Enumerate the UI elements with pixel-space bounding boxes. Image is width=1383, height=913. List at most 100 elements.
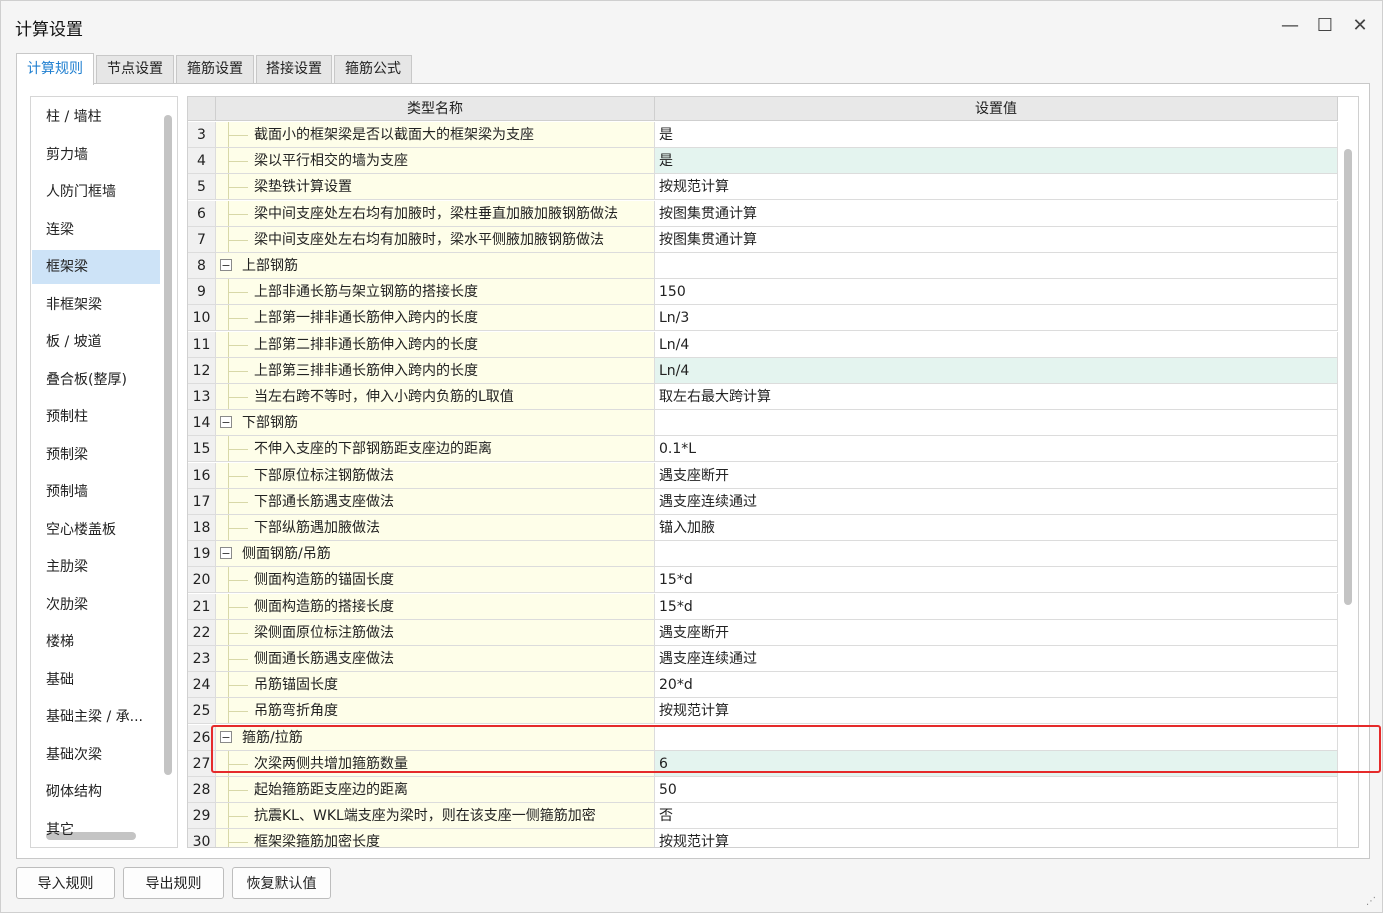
- table-row[interactable]: 22 梁侧面原位标注筋做法 遇支座断开: [188, 619, 1338, 646]
- table-row[interactable]: 19− 侧面钢筋/吊筋: [188, 541, 1338, 568]
- sidebar-item[interactable]: 连梁: [32, 213, 160, 247]
- sidebar-item[interactable]: 其它: [32, 813, 160, 847]
- table-row[interactable]: 24 吊筋锚固长度 20*d: [188, 672, 1338, 699]
- type-name-cell[interactable]: 不伸入支座的下部钢筋距支座边的距离: [216, 436, 655, 463]
- table-row[interactable]: 13 当左右跨不等时，伸入小跨内负筋的L取值 取左右最大跨计算: [188, 384, 1338, 410]
- type-name-cell[interactable]: 侧面构造筋的锚固长度: [216, 567, 655, 594]
- group-name-cell[interactable]: − 上部钢筋: [216, 253, 655, 279]
- setting-value-cell[interactable]: [655, 253, 1338, 279]
- grid-vertical-scrollbar[interactable]: [1344, 149, 1352, 605]
- setting-value-cell[interactable]: Ln/4: [655, 357, 1338, 384]
- sidebar-vertical-scrollbar[interactable]: [164, 115, 172, 775]
- setting-value-cell[interactable]: 150: [655, 279, 1338, 306]
- type-name-cell[interactable]: 吊筋弯折角度: [216, 698, 655, 725]
- setting-value-cell[interactable]: [655, 410, 1338, 437]
- type-name-cell[interactable]: 上部第三排非通长筋伸入跨内的长度: [216, 357, 655, 384]
- type-name-cell[interactable]: 当左右跨不等时，伸入小跨内负筋的L取值: [216, 384, 655, 410]
- type-name-cell[interactable]: 吊筋锚固长度: [216, 672, 655, 699]
- setting-value-cell[interactable]: 20*d: [655, 672, 1338, 699]
- close-button[interactable]: ✕: [1346, 13, 1374, 37]
- sidebar-item[interactable]: 预制柱: [32, 400, 160, 434]
- collapse-icon[interactable]: −: [220, 416, 232, 429]
- sidebar-item[interactable]: 基础次梁: [32, 738, 160, 772]
- sidebar-item[interactable]: 预制梁: [32, 438, 160, 472]
- table-row[interactable]: 6 梁中间支座处左右均有加腋时，梁柱垂直加腋加腋钢筋做法 按图集贯通计算: [188, 200, 1338, 227]
- setting-value-cell[interactable]: 否: [655, 803, 1338, 830]
- type-name-cell[interactable]: 起始箍筋距支座边的距离: [216, 777, 655, 803]
- type-name-cell[interactable]: 框架梁箍筋加密长度: [216, 829, 655, 847]
- table-row[interactable]: 10 上部第一排非通长筋伸入跨内的长度 Ln/3: [188, 305, 1338, 332]
- type-name-cell[interactable]: 下部原位标注钢筋做法: [216, 462, 655, 489]
- column-header-value[interactable]: 设置值: [655, 97, 1338, 121]
- group-name-cell[interactable]: − 侧面钢筋/吊筋: [216, 541, 655, 568]
- setting-value-cell[interactable]: [655, 541, 1338, 568]
- column-header-type-name[interactable]: 类型名称: [216, 97, 655, 121]
- setting-value-cell[interactable]: 遇支座断开: [655, 619, 1338, 646]
- setting-value-cell[interactable]: 是: [655, 122, 1338, 148]
- import-rules-button[interactable]: 导入规则: [16, 867, 115, 899]
- table-row[interactable]: 4 梁以平行相交的墙为支座 是: [188, 148, 1338, 175]
- setting-value-cell[interactable]: 15*d: [655, 593, 1338, 620]
- sidebar-item[interactable]: 预制墙: [32, 475, 160, 509]
- sidebar-item[interactable]: 次肋梁: [32, 588, 160, 622]
- table-row[interactable]: 8− 上部钢筋: [188, 253, 1338, 279]
- maximize-button[interactable]: ☐: [1311, 13, 1339, 37]
- table-row[interactable]: 18 下部纵筋遇加腋做法 锚入加腋: [188, 515, 1338, 541]
- group-name-cell[interactable]: − 下部钢筋: [216, 410, 655, 437]
- setting-value-cell[interactable]: 锚入加腋: [655, 515, 1338, 541]
- table-row[interactable]: 11 上部第二排非通长筋伸入跨内的长度 Ln/4: [188, 331, 1338, 358]
- type-name-cell[interactable]: 梁以平行相交的墙为支座: [216, 148, 655, 175]
- setting-value-cell[interactable]: [655, 724, 1338, 751]
- setting-value-cell[interactable]: 按图集贯通计算: [655, 200, 1338, 227]
- setting-value-cell[interactable]: 按规范计算: [655, 174, 1338, 201]
- type-name-cell[interactable]: 上部第一排非通长筋伸入跨内的长度: [216, 305, 655, 332]
- type-name-cell[interactable]: 梁侧面原位标注筋做法: [216, 619, 655, 646]
- restore-defaults-button[interactable]: 恢复默认值: [232, 867, 331, 899]
- type-name-cell[interactable]: 侧面构造筋的搭接长度: [216, 593, 655, 620]
- table-row[interactable]: 25 吊筋弯折角度 按规范计算: [188, 698, 1338, 725]
- table-row[interactable]: 28 起始箍筋距支座边的距离 50: [188, 777, 1338, 803]
- table-row[interactable]: 14− 下部钢筋: [188, 410, 1338, 437]
- collapse-icon[interactable]: −: [220, 547, 232, 560]
- sidebar-item[interactable]: 框架梁: [32, 250, 160, 284]
- table-row[interactable]: 16 下部原位标注钢筋做法 遇支座断开: [188, 462, 1338, 489]
- table-row[interactable]: 21 侧面构造筋的搭接长度 15*d: [188, 593, 1338, 620]
- setting-value-cell[interactable]: 按规范计算: [655, 698, 1338, 725]
- type-name-cell[interactable]: 下部纵筋遇加腋做法: [216, 515, 655, 541]
- table-row[interactable]: 15 不伸入支座的下部钢筋距支座边的距离 0.1*L: [188, 436, 1338, 463]
- sidebar-item[interactable]: 人防门框墙: [32, 175, 160, 209]
- table-row[interactable]: 23 侧面通长筋遇支座做法 遇支座连续通过: [188, 646, 1338, 672]
- tab-stirrup-formula[interactable]: 箍筋公式: [334, 55, 412, 83]
- tab-stirrup-settings[interactable]: 箍筋设置: [176, 55, 254, 83]
- type-name-cell[interactable]: 侧面通长筋遇支座做法: [216, 646, 655, 672]
- table-row[interactable]: 3 截面小的框架梁是否以截面大的框架梁为支座 是: [188, 122, 1338, 148]
- type-name-cell[interactable]: 截面小的框架梁是否以截面大的框架梁为支座: [216, 122, 655, 148]
- sidebar-item[interactable]: 非框架梁: [32, 288, 160, 322]
- setting-value-cell[interactable]: Ln/4: [655, 331, 1338, 358]
- table-row[interactable]: 29 抗震KL、WKL端支座为梁时，则在该支座一侧箍筋加密 否: [188, 803, 1338, 830]
- type-name-cell[interactable]: 上部第二排非通长筋伸入跨内的长度: [216, 331, 655, 358]
- table-row[interactable]: 17 下部通长筋遇支座做法 遇支座连续通过: [188, 488, 1338, 515]
- type-name-cell[interactable]: 梁中间支座处左右均有加腋时，梁水平侧腋加腋钢筋做法: [216, 226, 655, 253]
- sidebar-item[interactable]: 叠合板(整厚): [32, 363, 160, 397]
- tab-lap-settings[interactable]: 搭接设置: [256, 55, 332, 83]
- sidebar-item[interactable]: 主肋梁: [32, 550, 160, 584]
- table-row[interactable]: 5 梁垫铁计算设置 按规范计算: [188, 174, 1338, 201]
- collapse-icon[interactable]: −: [220, 730, 232, 743]
- sidebar-item[interactable]: 砌体结构: [32, 775, 160, 809]
- table-row[interactable]: 30 框架梁箍筋加密长度 按规范计算: [188, 829, 1338, 847]
- minimize-button[interactable]: —: [1276, 13, 1304, 37]
- tab-calc-rules[interactable]: 计算规则: [16, 53, 94, 85]
- sidebar-item[interactable]: 基础主梁 / 承...: [32, 700, 160, 734]
- sidebar-item[interactable]: 基础: [32, 663, 160, 697]
- setting-value-cell[interactable]: 取左右最大跨计算: [655, 384, 1338, 410]
- table-row[interactable]: 9 上部非通长筋与架立钢筋的搭接长度 150: [188, 279, 1338, 306]
- sidebar-item[interactable]: 柱 / 墙柱: [32, 100, 160, 134]
- type-name-cell[interactable]: 上部非通长筋与架立钢筋的搭接长度: [216, 279, 655, 306]
- group-name-cell[interactable]: − 箍筋/拉筋: [216, 724, 655, 751]
- type-name-cell[interactable]: 下部通长筋遇支座做法: [216, 488, 655, 515]
- setting-value-cell[interactable]: 遇支座断开: [655, 462, 1338, 489]
- tab-node-settings[interactable]: 节点设置: [96, 55, 174, 83]
- setting-value-cell[interactable]: 15*d: [655, 567, 1338, 594]
- type-name-cell[interactable]: 抗震KL、WKL端支座为梁时，则在该支座一侧箍筋加密: [216, 803, 655, 830]
